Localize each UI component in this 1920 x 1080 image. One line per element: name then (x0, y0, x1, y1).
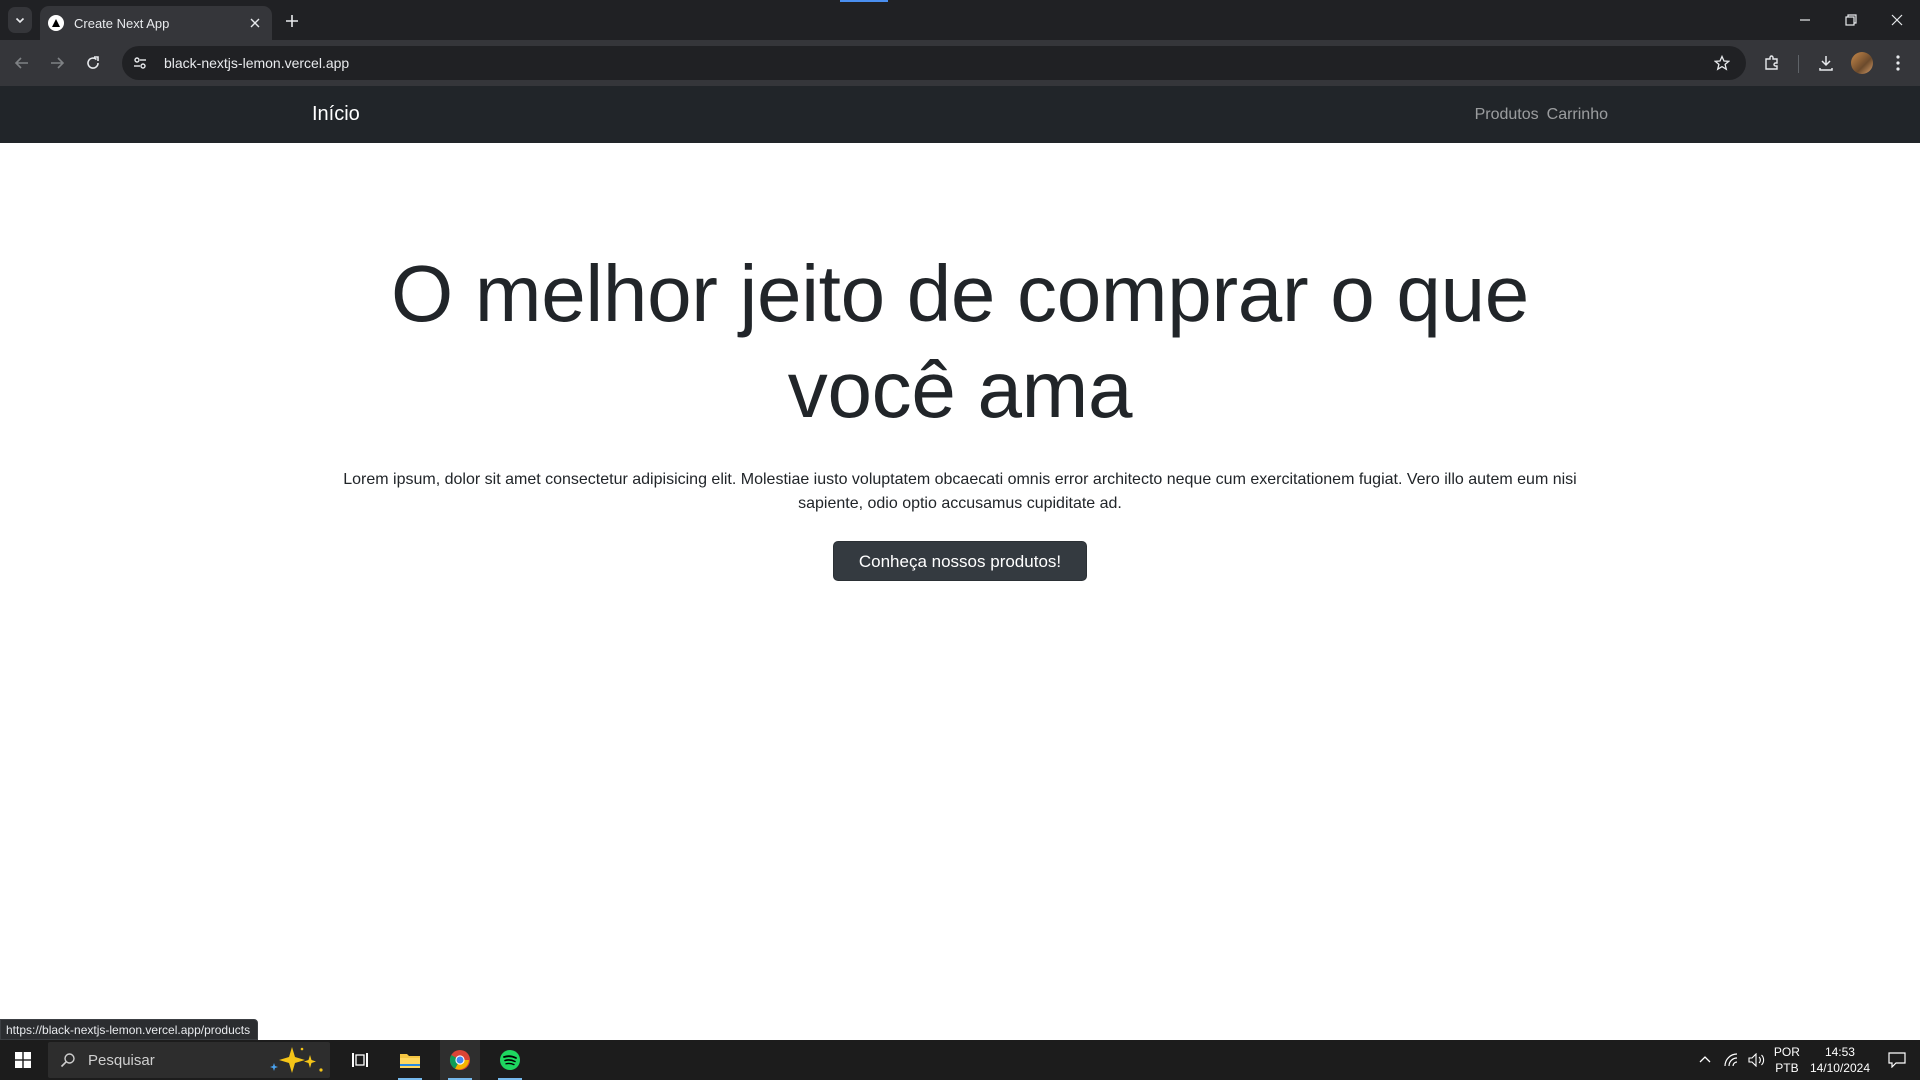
avatar (1851, 52, 1873, 74)
menu-button[interactable] (1884, 49, 1912, 77)
chevron-down-icon (15, 17, 25, 24)
arrow-right-icon (51, 57, 65, 69)
new-tab-button[interactable] (280, 9, 304, 33)
download-icon (1819, 56, 1833, 71)
language-code: POR (1773, 1045, 1800, 1059)
search-icon (60, 1053, 75, 1068)
hero-description: Lorem ipsum, dolor sit amet consectetur … (343, 471, 1577, 512)
minimize-button[interactable] (1782, 0, 1828, 40)
toolbar-separator (1798, 55, 1799, 73)
windows-taskbar: Pesquisar POR PTB 14:53 14/10/2024 (0, 1040, 1920, 1080)
input-language[interactable]: POR PTB (1774, 1044, 1800, 1076)
search-placeholder: Pesquisar (88, 1051, 155, 1069)
nav-link-carrinho[interactable]: Carrinho (1547, 106, 1608, 124)
sparkle-icon (270, 1047, 323, 1073)
site-info-icon[interactable] (126, 49, 154, 77)
browser-tabstrip: Create Next App (0, 0, 1920, 40)
start-button[interactable] (0, 1040, 46, 1080)
task-view-icon (352, 1053, 368, 1067)
windows-logo-icon (15, 1052, 31, 1068)
clock-date: 14/10/2024 (1809, 1061, 1870, 1075)
reload-icon (87, 56, 99, 69)
tab-search-button[interactable] (8, 7, 32, 33)
nav-link-produtos[interactable]: Produtos (1475, 106, 1539, 124)
network-icon[interactable] (1724, 1053, 1740, 1067)
more-vertical-icon (1896, 55, 1900, 71)
keyboard-layout: PTB (1775, 1061, 1799, 1075)
plus-icon (286, 15, 298, 27)
navbar-links: Produtos Carrinho (1475, 86, 1608, 143)
products-cta-button[interactable]: Conheça nossos produtos! (832, 541, 1088, 581)
clock-time: 14:53 (1824, 1045, 1855, 1059)
close-icon (1891, 14, 1903, 26)
minimize-icon (1800, 19, 1810, 21)
browser-tab[interactable]: Create Next App (40, 6, 272, 40)
hero-title: O melhor jeito de comprar o que você ama (391, 249, 1529, 434)
tab-title: Create Next App (74, 15, 170, 31)
close-tab-icon[interactable] (246, 14, 264, 32)
taskbar-file-explorer[interactable] (390, 1040, 430, 1080)
forward-button[interactable] (43, 49, 71, 77)
browser-toolbar: black-nextjs-lemon.vercel.app (0, 40, 1920, 86)
restore-button[interactable] (1828, 0, 1874, 40)
taskbar-spotify[interactable] (490, 1040, 530, 1080)
file-explorer-icon (400, 1054, 420, 1068)
tab-drag-indicator (840, 0, 888, 2)
hero-section: O melhor jeito de comprar o que você ama… (312, 143, 1608, 581)
address-url[interactable]: black-nextjs-lemon.vercel.app (164, 55, 1708, 71)
bookmark-star-icon[interactable] (1708, 49, 1736, 77)
navbar-brand-link[interactable]: Início (312, 86, 360, 143)
close-window-button[interactable] (1874, 0, 1920, 40)
reload-button[interactable] (79, 49, 107, 77)
chevron-up-icon[interactable] (1698, 1053, 1712, 1067)
chrome-icon (449, 1050, 470, 1070)
taskbar-search[interactable]: Pesquisar (48, 1042, 330, 1078)
link-status-bubble: https://black-nextjs-lemon.vercel.app/pr… (0, 1019, 259, 1040)
task-view-button[interactable] (340, 1040, 380, 1080)
taskbar-chrome[interactable] (440, 1040, 480, 1080)
arrow-left-icon (14, 57, 28, 69)
address-bar[interactable]: black-nextjs-lemon.vercel.app (122, 46, 1746, 80)
window-controls (1782, 0, 1920, 40)
notifications-icon[interactable] (1888, 1052, 1906, 1068)
site-navbar: Início Produtos Carrinho (0, 86, 1920, 143)
profile-button[interactable] (1848, 49, 1876, 77)
clock[interactable]: 14:53 14/10/2024 (1810, 1044, 1870, 1076)
extensions-button[interactable] (1758, 49, 1786, 77)
system-tray: POR PTB 14:53 14/10/2024 (1698, 1040, 1920, 1080)
volume-icon[interactable] (1748, 1053, 1766, 1067)
restore-icon (1845, 14, 1857, 26)
puzzle-icon (1765, 55, 1778, 70)
downloads-button[interactable] (1812, 49, 1840, 77)
nextjs-favicon-icon (48, 15, 64, 31)
spotify-icon (500, 1050, 520, 1070)
back-button[interactable] (8, 49, 36, 77)
